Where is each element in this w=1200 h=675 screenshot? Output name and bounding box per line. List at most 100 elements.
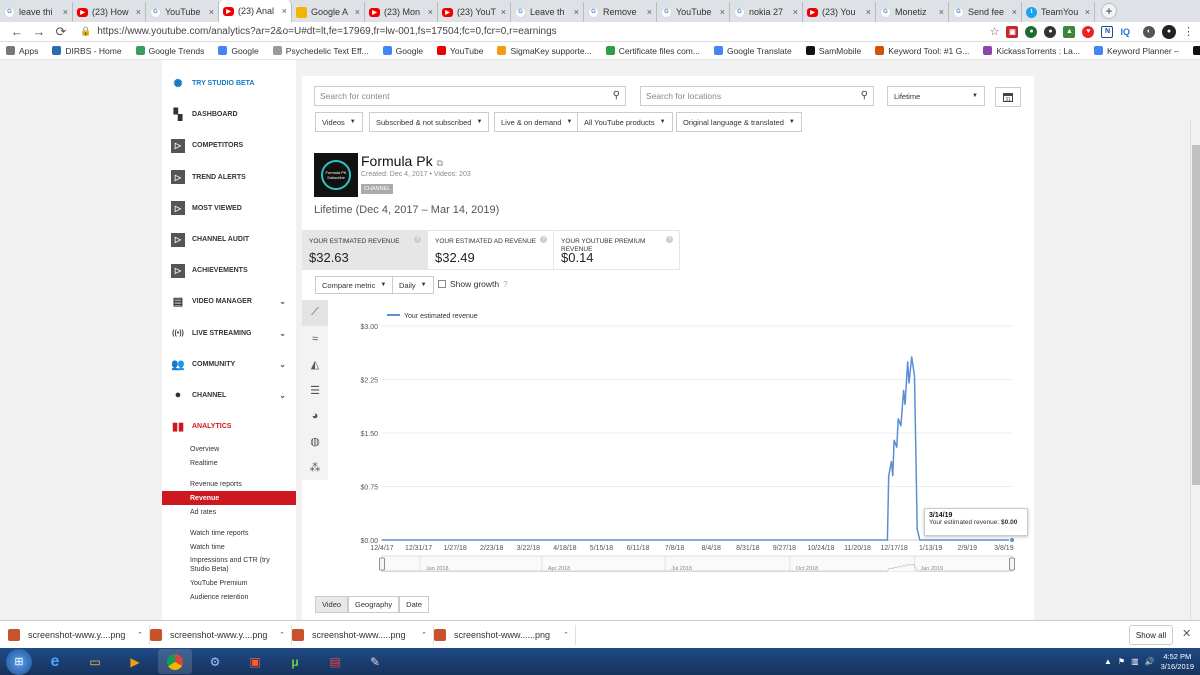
sidebar-sub-item[interactable]: Watch time reports <box>162 526 296 540</box>
camtasia-icon[interactable]: ▣ <box>238 649 272 674</box>
close-icon[interactable]: × <box>939 7 944 17</box>
chrome-icon[interactable] <box>158 649 192 674</box>
bookmark-item[interactable]: Keyword Tool: #1 G... <box>875 46 969 56</box>
multi-line-icon[interactable]: ≈ <box>302 326 328 352</box>
flag-icon[interactable]: ⚑ <box>1118 657 1125 666</box>
extension-icon[interactable]: ◐ <box>1143 25 1155 38</box>
browser-tab[interactable]: Gleave thi × <box>0 2 73 22</box>
sidebar-sub-item[interactable]: Audience retention <box>162 590 296 604</box>
close-icon[interactable]: × <box>574 7 579 17</box>
metric-card[interactable]: Your YouTube Premium revenue $0.14? <box>554 230 680 270</box>
browser-tab[interactable]: G Leave th × <box>511 2 584 22</box>
page-scrollbar[interactable] <box>1190 120 1200 620</box>
range-handle[interactable] <box>379 557 385 571</box>
checkbox[interactable] <box>438 280 446 288</box>
close-icon[interactable]: × <box>428 7 433 17</box>
sidebar-item[interactable]: ▷ Competitors <box>162 130 296 161</box>
filter-dropdown[interactable]: Videos ▼ <box>315 112 363 132</box>
paint-icon[interactable]: ✎ <box>358 649 392 674</box>
menu-icon[interactable]: ⋮ <box>1183 25 1194 38</box>
show-growth-toggle[interactable]: Show growth? <box>438 279 508 289</box>
scrollbar-thumb[interactable] <box>1192 145 1200 485</box>
sidebar-sub-item[interactable]: Realtime <box>162 456 296 470</box>
url-text[interactable]: https://www.youtube.com/analytics?ar=2&o… <box>97 26 556 37</box>
bookmark-item[interactable]: Google <box>218 46 259 56</box>
bubble-chart-icon[interactable]: ⁂ <box>302 455 328 481</box>
close-icon[interactable]: × <box>355 7 360 17</box>
close-icon[interactable]: × <box>793 7 798 17</box>
chevron-up-icon[interactable]: ⌃ <box>279 631 285 639</box>
chevron-up-icon[interactable]: ⌃ <box>421 631 427 639</box>
clock[interactable]: 4:52 PM 3/16/2019 <box>1161 652 1194 672</box>
sidebar-item[interactable]: ▚ Dashboard <box>162 99 296 130</box>
browser-tab[interactable]: G Monetiz × <box>876 2 949 22</box>
browser-tab[interactable]: G Remove × <box>584 2 657 22</box>
close-icon[interactable]: × <box>501 7 506 17</box>
download-item[interactable]: screenshot-www.....png ⌃ <box>292 624 434 645</box>
extension-icon[interactable]: ● <box>1044 25 1057 38</box>
show-all-button[interactable]: Show all <box>1129 625 1173 645</box>
media-player-icon[interactable]: ▶ <box>118 649 152 674</box>
browser-tab[interactable]: G YouTube × <box>146 2 219 22</box>
profile-avatar[interactable]: ● <box>1162 24 1176 39</box>
utorrent-icon[interactable]: μ <box>278 649 312 674</box>
sidebar-item[interactable]: ▷ Trend Alerts <box>162 162 296 193</box>
report-tab-date[interactable]: Date <box>399 596 429 613</box>
interval-dropdown[interactable]: Daily ▼ <box>392 276 434 294</box>
browser-tab[interactable]: G YouTube × <box>657 2 730 22</box>
help-icon[interactable]: ? <box>414 236 421 243</box>
bookmark-item[interactable]: Psychedelic Text Eff... <box>272 46 369 56</box>
flag-app-icon[interactable]: ▤ <box>318 649 352 674</box>
bookmark-item[interactable]: SigmaKey supporte... <box>497 46 592 56</box>
channel-name[interactable]: Formula Pk ⧉ <box>361 153 443 169</box>
bookmark-item[interactable]: DIRBS - Home <box>52 46 122 56</box>
close-icon[interactable]: × <box>282 6 287 16</box>
range-navigator[interactable] <box>381 555 1013 572</box>
close-icon[interactable]: × <box>720 7 725 17</box>
sidebar-sub-item[interactable]: YouTube Premium <box>162 576 296 590</box>
browser-tab[interactable]: ▶ (23) You × <box>803 2 876 22</box>
filter-dropdown[interactable]: Original language & translated ▼ <box>676 112 802 132</box>
pie-chart-icon[interactable]: ◕ <box>302 403 328 429</box>
browser-tab[interactable]: ▶ (23) Anal × <box>219 0 292 22</box>
close-icon[interactable]: × <box>63 7 68 17</box>
extension-icon[interactable]: ● <box>1025 25 1038 38</box>
browser-tab[interactable]: ▶ (23) Mon × <box>365 2 438 22</box>
calendar-button[interactable]: 31 <box>995 87 1021 107</box>
sidebar-item[interactable]: ((•)) Live Streaming ⌄ <box>162 318 296 349</box>
close-icon[interactable]: ✕ <box>1182 627 1191 640</box>
map-icon[interactable]: ◍ <box>302 429 328 455</box>
extension-icon[interactable]: ♥ <box>1082 25 1095 38</box>
close-icon[interactable]: × <box>866 7 871 17</box>
back-icon[interactable]: ← <box>6 24 28 39</box>
sidebar-item[interactable]: ▮▮ Analytics <box>162 411 296 442</box>
close-icon[interactable]: × <box>1012 7 1017 17</box>
sidebar-sub-item[interactable]: Revenue <box>162 491 296 506</box>
star-icon[interactable]: ☆ <box>990 25 1000 38</box>
sidebar-item[interactable]: ● Channel ⌄ <box>162 380 296 411</box>
report-tab-video[interactable]: Video <box>315 596 349 613</box>
folder-icon[interactable]: ▭ <box>78 649 112 674</box>
sidebar-item[interactable]: 👥 Community ⌄ <box>162 349 296 380</box>
filter-dropdown[interactable]: Subscribed & not subscribed ▼ <box>369 112 490 132</box>
browser-tab[interactable]: Gnokia 27 × <box>730 2 803 22</box>
browser-tab[interactable]: Google A × <box>292 2 365 22</box>
bookmark-item[interactable]: Google Translate <box>713 46 792 56</box>
bookmark-item[interactable]: KickassTorrents : La... <box>983 46 1080 56</box>
sidebar-sub-item[interactable]: Overview <box>162 442 296 456</box>
tray-arrow-icon[interactable]: ▲ <box>1104 657 1112 666</box>
bookmark-item[interactable]: SamMobile <box>805 46 861 56</box>
download-item[interactable]: screenshot-www.y....png ⌃ <box>150 624 292 645</box>
chevron-up-icon[interactable]: ⌃ <box>563 631 569 639</box>
network-app-icon[interactable]: ⚙ <box>198 649 232 674</box>
bar-chart-icon[interactable]: ☰ <box>302 377 328 403</box>
sidebar-item[interactable]: ✺ Try Studio Beta <box>162 68 296 99</box>
help-icon[interactable]: ? <box>666 236 673 243</box>
bookmark-item[interactable]: Apps <box>6 46 38 56</box>
bookmark-item[interactable]: Google <box>382 46 423 56</box>
bookmark-item[interactable]: Google Trends <box>135 46 204 56</box>
close-icon[interactable]: × <box>209 7 214 17</box>
compare-metric-dropdown[interactable]: Compare metric ▼ <box>315 276 394 294</box>
metric-card[interactable]: Your estimated ad revenue $32.49? <box>428 230 554 270</box>
sidebar-item[interactable]: ▷ Achievements <box>162 255 296 286</box>
